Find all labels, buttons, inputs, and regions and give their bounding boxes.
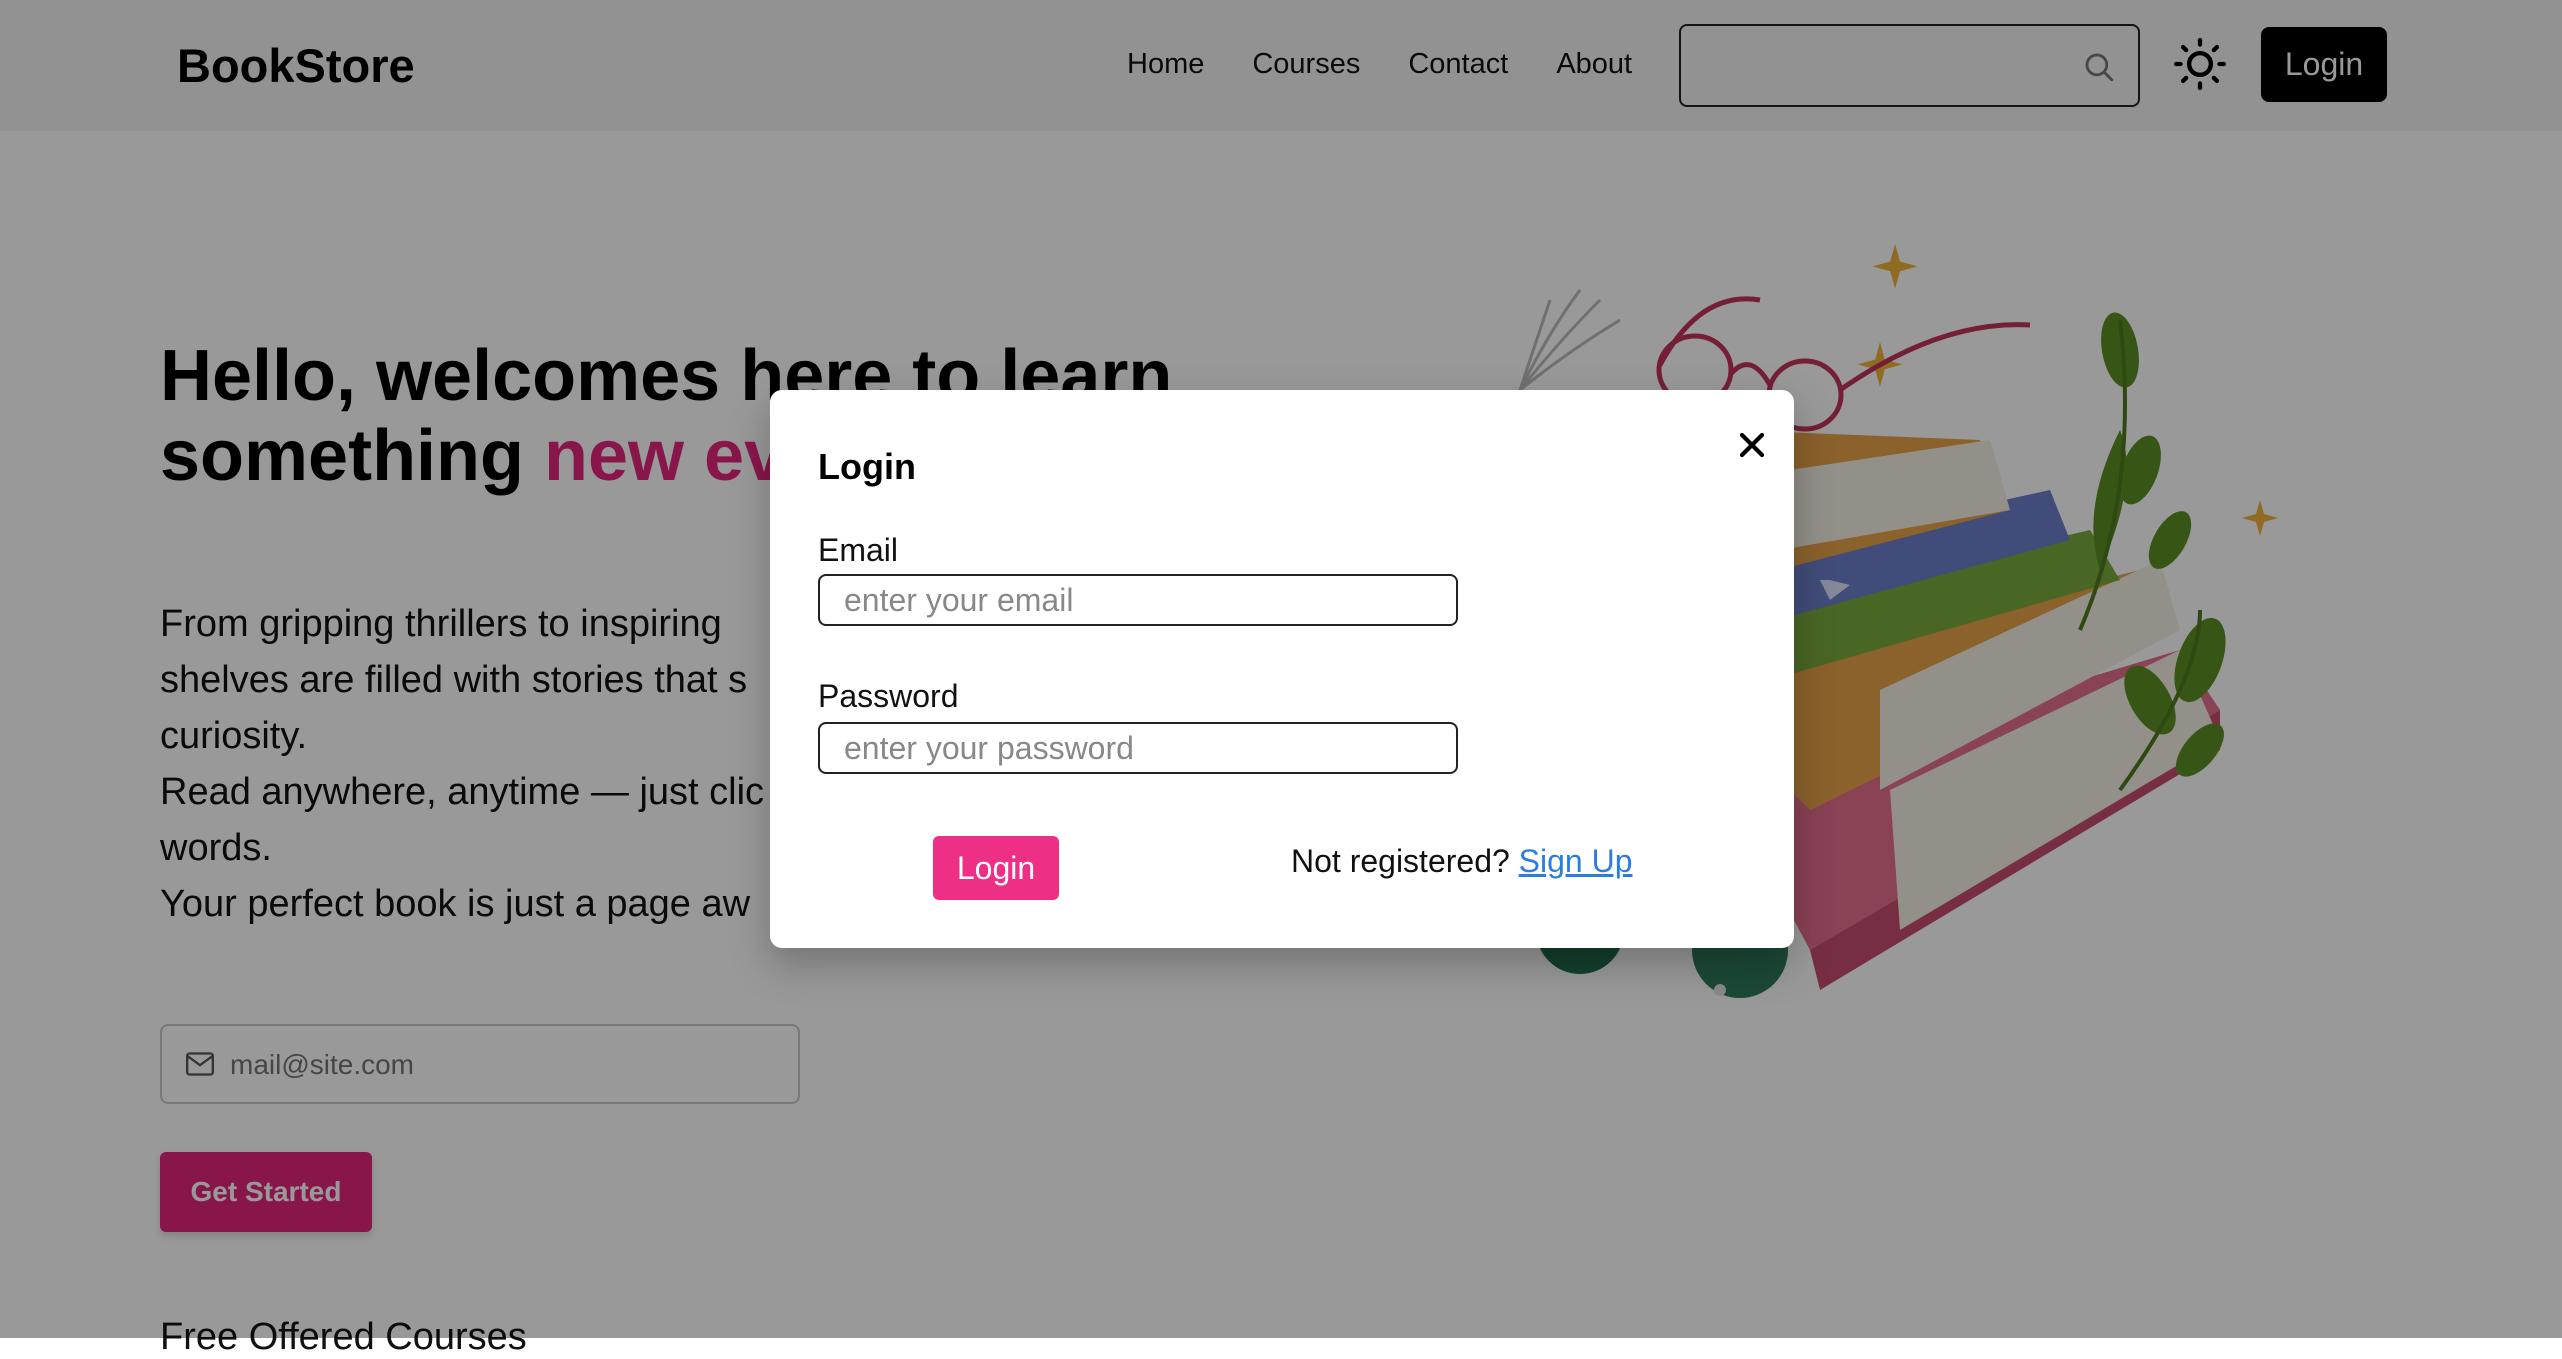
signup-link[interactable]: Sign Up <box>1519 843 1633 879</box>
email-label: Email <box>818 532 899 568</box>
login-submit-button[interactable]: Login <box>933 836 1059 900</box>
password-label: Password <box>818 678 959 714</box>
signup-prompt-text: Not registered? <box>1291 843 1519 879</box>
close-icon[interactable] <box>1732 425 1772 465</box>
signup-prompt: Not registered? Sign Up <box>1291 843 1633 880</box>
password-field[interactable] <box>818 722 1458 774</box>
login-modal: Login Email Password Login Not registere… <box>770 390 1794 948</box>
email-field[interactable] <box>818 574 1458 626</box>
modal-title: Login <box>818 446 916 487</box>
